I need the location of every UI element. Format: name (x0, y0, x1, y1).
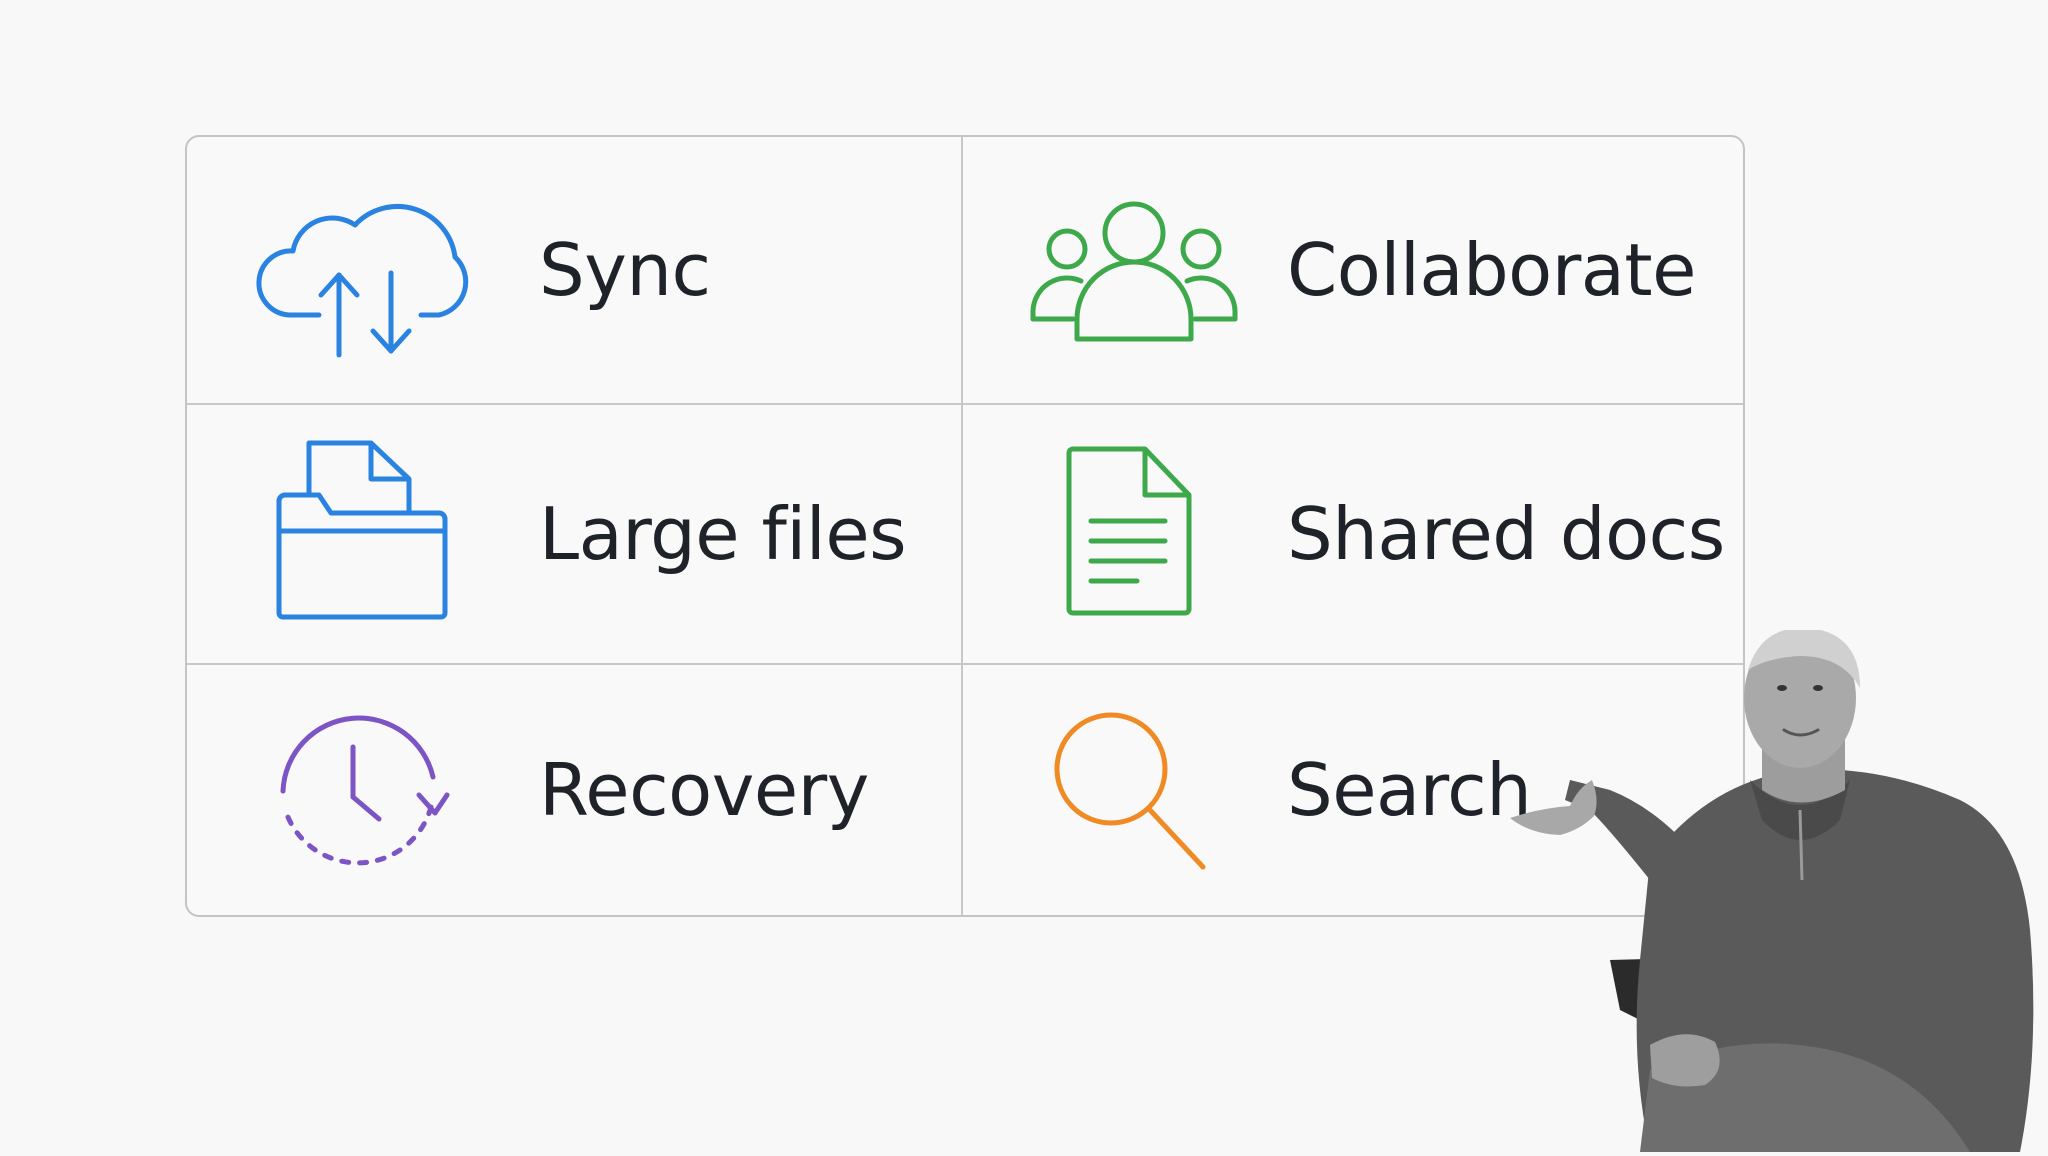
feature-label-collaborate: Collaborate (1287, 228, 1696, 312)
clock-history-icon (275, 703, 451, 871)
folder-file-icon (275, 439, 451, 620)
feature-cell-sync: Sync (187, 137, 963, 405)
feature-cell-recovery: Recovery (187, 665, 963, 915)
feature-label-large-files: Large files (539, 492, 907, 576)
document-icon (1065, 445, 1193, 617)
feature-label-sync: Sync (539, 228, 711, 312)
cloud-sync-icon (256, 185, 469, 358)
presenter-figure (1500, 627, 2048, 1152)
feature-cell-collaborate: Collaborate (963, 137, 1743, 405)
people-group-icon (1029, 201, 1239, 342)
feature-label-shared-docs: Shared docs (1287, 492, 1725, 576)
feature-label-recovery: Recovery (539, 748, 869, 832)
feature-label-search: Search (1287, 748, 1532, 832)
feature-cell-shared-docs: Shared docs (963, 405, 1743, 665)
feature-cell-large-files: Large files (187, 405, 963, 665)
magnifier-icon (1051, 709, 1211, 875)
